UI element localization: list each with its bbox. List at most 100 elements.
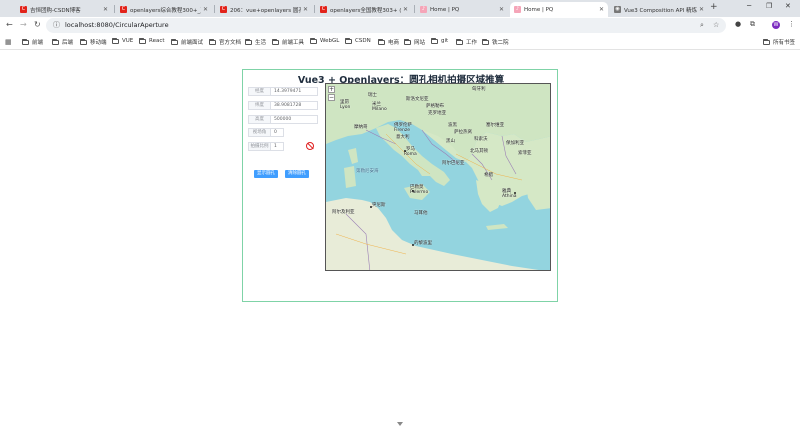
- bookmark-folder[interactable]: 生活: [245, 38, 266, 46]
- bookmark-folder[interactable]: 工作: [456, 38, 477, 46]
- close-icon[interactable]: ✕: [203, 6, 208, 13]
- window-close-icon[interactable]: ✕: [785, 2, 791, 10]
- profile-avatar[interactable]: W: [772, 21, 780, 29]
- address-bar[interactable]: ⓘ localhost:8080/CircularAperture ⌕ ☆: [46, 18, 726, 33]
- back-icon[interactable]: ←: [6, 20, 13, 29]
- city-marker: [370, 206, 372, 208]
- tab-2[interactable]: C openlayers综合教程300+_正... ✕: [116, 2, 212, 17]
- city-marker: [404, 150, 406, 152]
- bookmark-folder[interactable]: WebGL: [310, 37, 339, 44]
- city-marker: [412, 244, 414, 246]
- folder-icon: [404, 38, 411, 45]
- bookmark-folder[interactable]: 后端: [52, 38, 73, 46]
- new-tab-icon[interactable]: +: [710, 2, 718, 12]
- globe-icon: ◉: [614, 6, 621, 13]
- close-icon[interactable]: ✕: [303, 6, 308, 13]
- map-label: 摩纳哥: [354, 125, 368, 130]
- bookmark-folder[interactable]: React: [139, 37, 165, 44]
- map-label: 科索沃: [474, 137, 488, 142]
- latitude-row: 纬度 38.9081728: [248, 101, 318, 110]
- latitude-input[interactable]: 38.9081728: [270, 101, 318, 110]
- map-label: 希腊: [484, 173, 493, 178]
- bookmark-star-icon[interactable]: ☆: [713, 21, 719, 29]
- tab-title: Vue3 Composition API 精炼: [624, 7, 697, 14]
- folder-icon: [171, 38, 178, 45]
- map-label: 匈牙利: [472, 87, 486, 92]
- menu-icon[interactable]: ⋮: [788, 20, 795, 28]
- map-label: 阿尔巴尼亚: [442, 161, 465, 166]
- field-label: 高度: [248, 115, 270, 124]
- extensions-puzzle-icon[interactable]: ⧉: [750, 20, 755, 29]
- altitude-input[interactable]: 500000: [270, 115, 318, 124]
- bookmark-folder[interactable]: 前端工具: [272, 38, 304, 46]
- map-label: 黑山: [446, 139, 455, 144]
- prohibited-icon[interactable]: [306, 142, 314, 150]
- zoom-in-button[interactable]: +: [328, 86, 335, 93]
- site-info-icon[interactable]: ⓘ: [53, 20, 60, 30]
- map-label: 阿尔及利亚: [332, 210, 355, 215]
- ratio-input[interactable]: 1: [270, 142, 284, 151]
- close-icon[interactable]: ✕: [699, 6, 704, 13]
- close-icon[interactable]: ✕: [403, 6, 408, 13]
- folder-icon: [272, 38, 279, 45]
- close-icon[interactable]: ✕: [499, 6, 504, 13]
- folder-icon: [112, 37, 119, 44]
- close-icon[interactable]: ✕: [103, 6, 108, 13]
- bookmark-folder[interactable]: CSDN: [345, 37, 371, 44]
- bookmark-folder[interactable]: 前端面试: [171, 38, 203, 46]
- restore-icon[interactable]: ❐: [766, 2, 772, 10]
- scroll-down-icon[interactable]: [397, 422, 403, 426]
- map-view[interactable]: + − 匈牙利 瑞士 斯洛文尼亚 里昂 米兰 萨格勒布 Lyon Milano …: [325, 83, 551, 271]
- map-label: Athina: [502, 194, 517, 199]
- tab-4[interactable]: C openlayers全国教程303+ (... ✕: [316, 2, 412, 17]
- bookmark-folder[interactable]: VUE: [112, 37, 133, 44]
- bookmark-folder[interactable]: git: [431, 37, 448, 44]
- tab-7[interactable]: ◉ Vue3 Composition API 精炼 ✕: [610, 2, 708, 17]
- reload-icon[interactable]: ↻: [34, 20, 41, 29]
- tab-3[interactable]: C 206：vue+openlayers 圆孔... ✕: [216, 2, 312, 17]
- map-label: 索菲亚: [518, 151, 532, 156]
- zoom-out-button[interactable]: −: [328, 94, 335, 101]
- map-label: 萨拉热窝: [454, 130, 472, 135]
- music-note-icon: ♪: [514, 6, 521, 13]
- url-text[interactable]: localhost:8080/CircularAperture: [65, 21, 169, 29]
- bookmarks-bar: 前端 后端 移动端 VUE React 前端面试 官方文档 生活 前端工具 We…: [0, 34, 800, 50]
- folder-icon: [52, 38, 59, 45]
- bookmark-folder[interactable]: 官方文档: [209, 38, 241, 46]
- folder-icon: [310, 37, 317, 44]
- field-label: 纬度: [248, 101, 270, 110]
- clear-aperture-button[interactable]: 清除圆孔: [285, 170, 309, 178]
- bookmark-folder[interactable]: 电商: [378, 38, 399, 46]
- minimize-icon[interactable]: ─: [747, 2, 751, 10]
- map-label: 克罗地亚: [428, 111, 446, 116]
- close-icon[interactable]: ✕: [599, 6, 604, 13]
- map-label: 的黎波里: [414, 241, 432, 246]
- longitude-input[interactable]: 14.3979471: [270, 87, 318, 96]
- bookmark-folder[interactable]: 铁二院: [482, 38, 509, 46]
- zoom-icon[interactable]: ⌕: [700, 21, 704, 30]
- tab-1[interactable]: C 吉恒团购-CSDN博客 ✕: [16, 2, 112, 17]
- tab-6-active[interactable]: ♪ Home | PQ ✕: [510, 2, 608, 17]
- field-label: 视场角: [248, 128, 270, 137]
- all-bookmarks[interactable]: 所有书签: [763, 38, 795, 46]
- tab-title: 吉恒团购-CSDN博客: [30, 7, 81, 14]
- folder-icon: [431, 37, 438, 44]
- forward-icon[interactable]: →: [20, 20, 27, 29]
- map-label: 北马其顿: [470, 149, 488, 154]
- tab-title: Home | PQ: [524, 6, 554, 13]
- show-aperture-button[interactable]: 显示圆孔: [254, 170, 278, 178]
- folder-icon: [378, 38, 385, 45]
- map-label: 波黑: [448, 123, 457, 128]
- bookmark-folder[interactable]: 移动端: [80, 38, 107, 46]
- bookmark-folder[interactable]: 前端: [22, 38, 43, 46]
- bookmark-folder[interactable]: 网站: [404, 38, 425, 46]
- tab-5[interactable]: ♪ Home | PQ ✕: [416, 2, 508, 17]
- fov-input[interactable]: 0: [270, 128, 284, 137]
- folder-icon: [456, 38, 463, 45]
- apps-grid-icon[interactable]: ▦: [5, 38, 12, 46]
- map-label: 意大利: [396, 135, 410, 140]
- field-label: 拍摄比例: [248, 142, 270, 151]
- extension-shield-icon[interactable]: ●: [735, 20, 741, 28]
- folder-icon: [763, 38, 770, 45]
- tab-title: Home | PQ: [430, 6, 460, 13]
